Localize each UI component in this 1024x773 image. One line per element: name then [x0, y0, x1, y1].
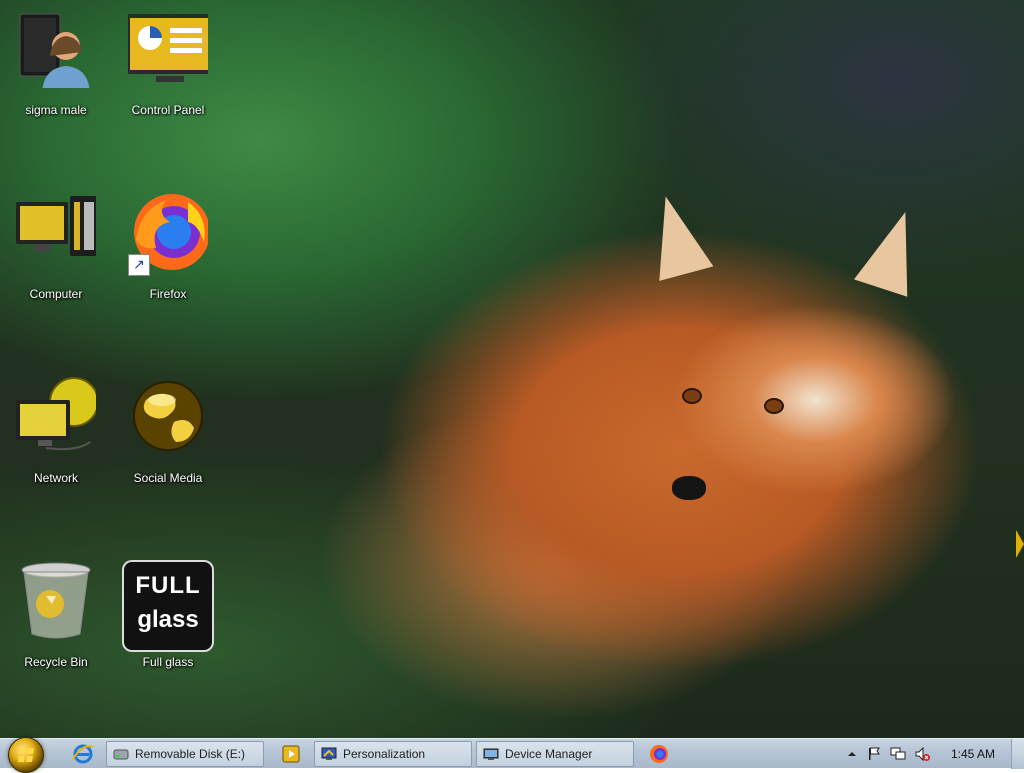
desktop-icon-label: Network: [33, 471, 78, 485]
drive-icon: [113, 746, 129, 762]
desktop-icon-recycle-bin[interactable]: Recycle Bin: [8, 560, 104, 669]
fox-ear-right: [854, 203, 932, 297]
full-glass-art-line2: glass: [137, 606, 199, 633]
desktop-icon-label: Firefox: [149, 287, 187, 301]
desktop-icon-sigma-male[interactable]: sigma male: [8, 8, 104, 117]
firefox-icon[interactable]: [648, 743, 670, 765]
taskbar-button-personalization[interactable]: Personalization: [314, 741, 472, 767]
desktop-icon-label: Recycle Bin: [24, 655, 88, 669]
volume-muted-icon[interactable]: [914, 746, 930, 762]
desktop-icon-label: Full glass: [142, 655, 194, 669]
taskbar-button-device-manager[interactable]: Device Manager: [476, 741, 634, 767]
full-glass-icon: FULL glass: [122, 560, 214, 652]
desktop-icon-label: Computer: [29, 287, 83, 301]
firefox-icon: ↗: [128, 192, 210, 276]
taskbar-clock[interactable]: 1:45 AM: [938, 739, 1008, 769]
show-desktop-button[interactable]: [1011, 739, 1024, 769]
desktop-icon-computer[interactable]: Computer: [8, 192, 104, 301]
shortcut-arrow-icon: ↗: [128, 254, 150, 276]
network-icon: [16, 376, 99, 456]
fox-ear-left: [638, 189, 714, 281]
desktop-icon-firefox[interactable]: ↗ Firefox: [120, 192, 216, 301]
windows-logo-icon: [18, 748, 34, 762]
taskbar: Removable Disk (E:) Personalization Devi…: [0, 737, 1024, 773]
recycle-bin-icon: [16, 560, 96, 640]
network-icon[interactable]: [890, 746, 906, 762]
user-folder-icon: [16, 8, 96, 96]
taskbar-button-label: Device Manager: [505, 747, 593, 761]
desktop-icon-control-panel[interactable]: Control Panel: [120, 8, 216, 117]
desktop-icon-label: Social Media: [133, 471, 203, 485]
taskbar-button-label: Personalization: [343, 747, 426, 761]
desktop-icon-network[interactable]: Network: [8, 376, 104, 485]
full-glass-art-line1: FULL: [135, 572, 201, 599]
fox-eye-left: [682, 388, 702, 404]
chevron-up-icon[interactable]: [844, 746, 860, 762]
desktop-icon-label: Control Panel: [131, 103, 205, 117]
desktop-icon-label: sigma male: [25, 103, 87, 117]
taskbar-button-removable-disk[interactable]: Removable Disk (E:): [106, 741, 264, 767]
fox-eye-right: [764, 398, 784, 414]
desktop-icon-full-glass[interactable]: FULL glass Full glass: [120, 560, 216, 669]
control-panel-icon: [126, 8, 214, 88]
personalization-icon: [321, 746, 337, 762]
side-arrow-icon: [1016, 530, 1024, 558]
device-manager-icon: [483, 746, 499, 762]
taskbar-button-label: Removable Disk (E:): [135, 747, 246, 761]
globe-icon: [128, 376, 208, 456]
desktop-icon-social-media[interactable]: Social Media: [120, 376, 216, 485]
media-player-icon[interactable]: [280, 743, 302, 765]
computer-icon: [16, 192, 98, 272]
internet-explorer-icon[interactable]: [72, 743, 94, 765]
fox-nose: [672, 476, 706, 500]
flag-icon[interactable]: [866, 746, 882, 762]
